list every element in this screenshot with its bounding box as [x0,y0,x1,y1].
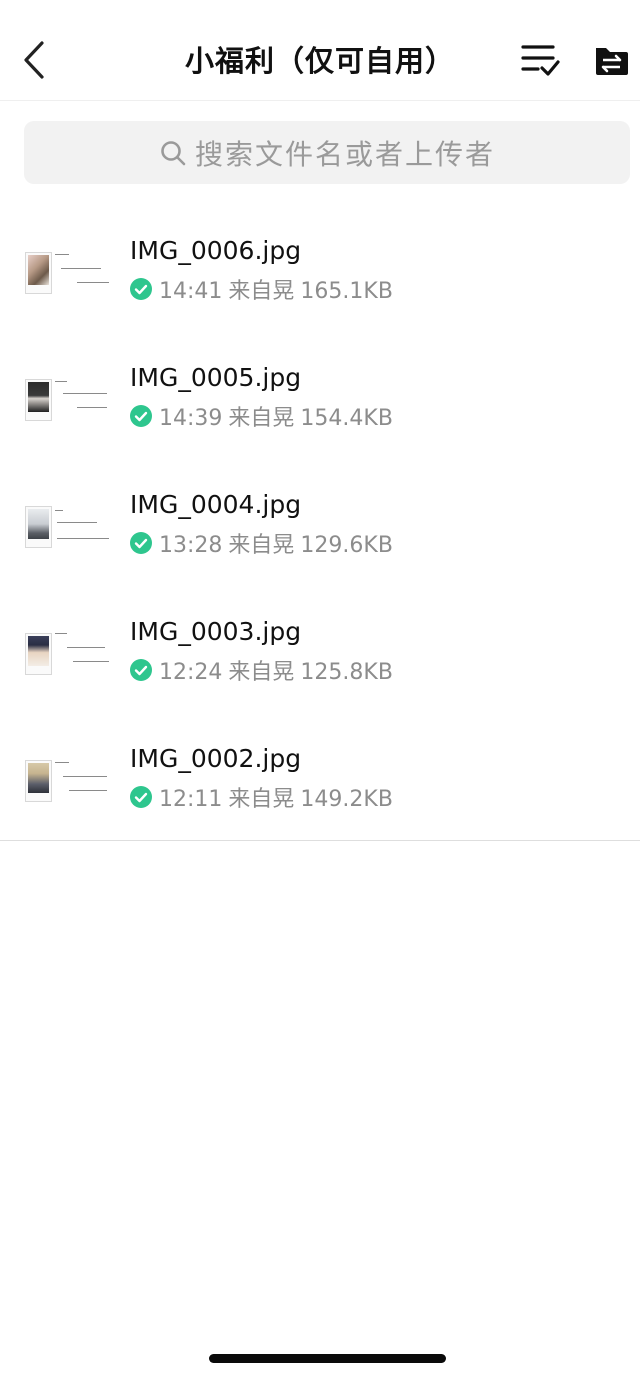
file-time: 14:39 [159,406,223,431]
file-name: IMG_0006.jpg [130,236,302,265]
file-thumbnail [23,504,111,552]
file-size: 149.2KB [300,787,393,812]
file-meta: 14:41 来自晃 165.1KB [130,274,399,304]
file-size: 125.8KB [300,660,393,685]
file-name: IMG_0004.jpg [130,490,302,519]
file-time: 12:24 [159,660,223,685]
back-button[interactable] [14,38,54,82]
file-meta: 13:28 来自晃 129.6KB [130,528,399,558]
sort-button[interactable] [518,40,562,80]
file-name: IMG_0003.jpg [130,617,302,646]
search-icon [161,140,186,165]
chevron-left-icon [24,41,44,79]
page-title: 小福利（仅可自用） [184,44,455,78]
file-thumbnail [23,377,111,425]
file-time: 13:28 [159,533,223,558]
file-size: 154.4KB [300,406,393,431]
check-circle-icon [130,659,152,681]
file-name: IMG_0002.jpg [130,744,302,773]
file-source: 来自晃 [228,533,295,558]
file-thumbnail [23,758,111,806]
file-item-img-0006[interactable]: IMG_0006.jpg 14:41 来自晃 165.1KB [0,208,640,335]
file-source: 来自晃 [228,406,295,431]
file-list: IMG_0006.jpg 14:41 来自晃 165.1KB IMG_0005.jp… [0,208,640,843]
list-divider [0,840,640,841]
check-circle-icon [130,278,152,300]
nav-header: 小福利（仅可自用） [0,0,640,101]
file-item-img-0003[interactable]: IMG_0003.jpg 12:24 来自晃 125.8KB [0,589,640,716]
file-source: 来自晃 [228,279,295,304]
file-browser-screen: 小福利（仅可自用） 搜索文件名或者上传者 IMG_0006.jpg 14:41 … [0,0,640,1375]
folder-transfer-button[interactable] [590,40,632,80]
file-size: 129.6KB [300,533,393,558]
file-meta: 12:11 来自晃 149.2KB [130,782,399,812]
file-thumbnail [23,631,111,679]
check-circle-icon [130,405,152,427]
home-indicator[interactable] [209,1354,446,1363]
check-circle-icon [130,532,152,554]
file-meta: 12:24 来自晃 125.8KB [130,655,399,685]
file-item-img-0005[interactable]: IMG_0005.jpg 14:39 来自晃 154.4KB [0,335,640,462]
file-name: IMG_0005.jpg [130,363,302,392]
file-source: 来自晃 [228,787,295,812]
file-meta: 14:39 来自晃 154.4KB [130,401,399,431]
file-item-img-0004[interactable]: IMG_0004.jpg 13:28 来自晃 129.6KB [0,462,640,589]
file-source: 来自晃 [228,660,295,685]
file-size: 165.1KB [300,279,393,304]
file-time: 14:41 [159,279,223,304]
file-item-img-0002[interactable]: IMG_0002.jpg 12:11 来自晃 149.2KB [0,716,640,843]
search-placeholder: 搜索文件名或者上传者 [194,137,495,171]
file-time: 12:11 [159,787,223,812]
file-thumbnail [23,250,111,298]
search-input[interactable]: 搜索文件名或者上传者 [24,121,630,184]
folder-transfer-icon [596,48,628,75]
check-circle-icon [130,786,152,808]
sort-check-icon [521,45,560,76]
